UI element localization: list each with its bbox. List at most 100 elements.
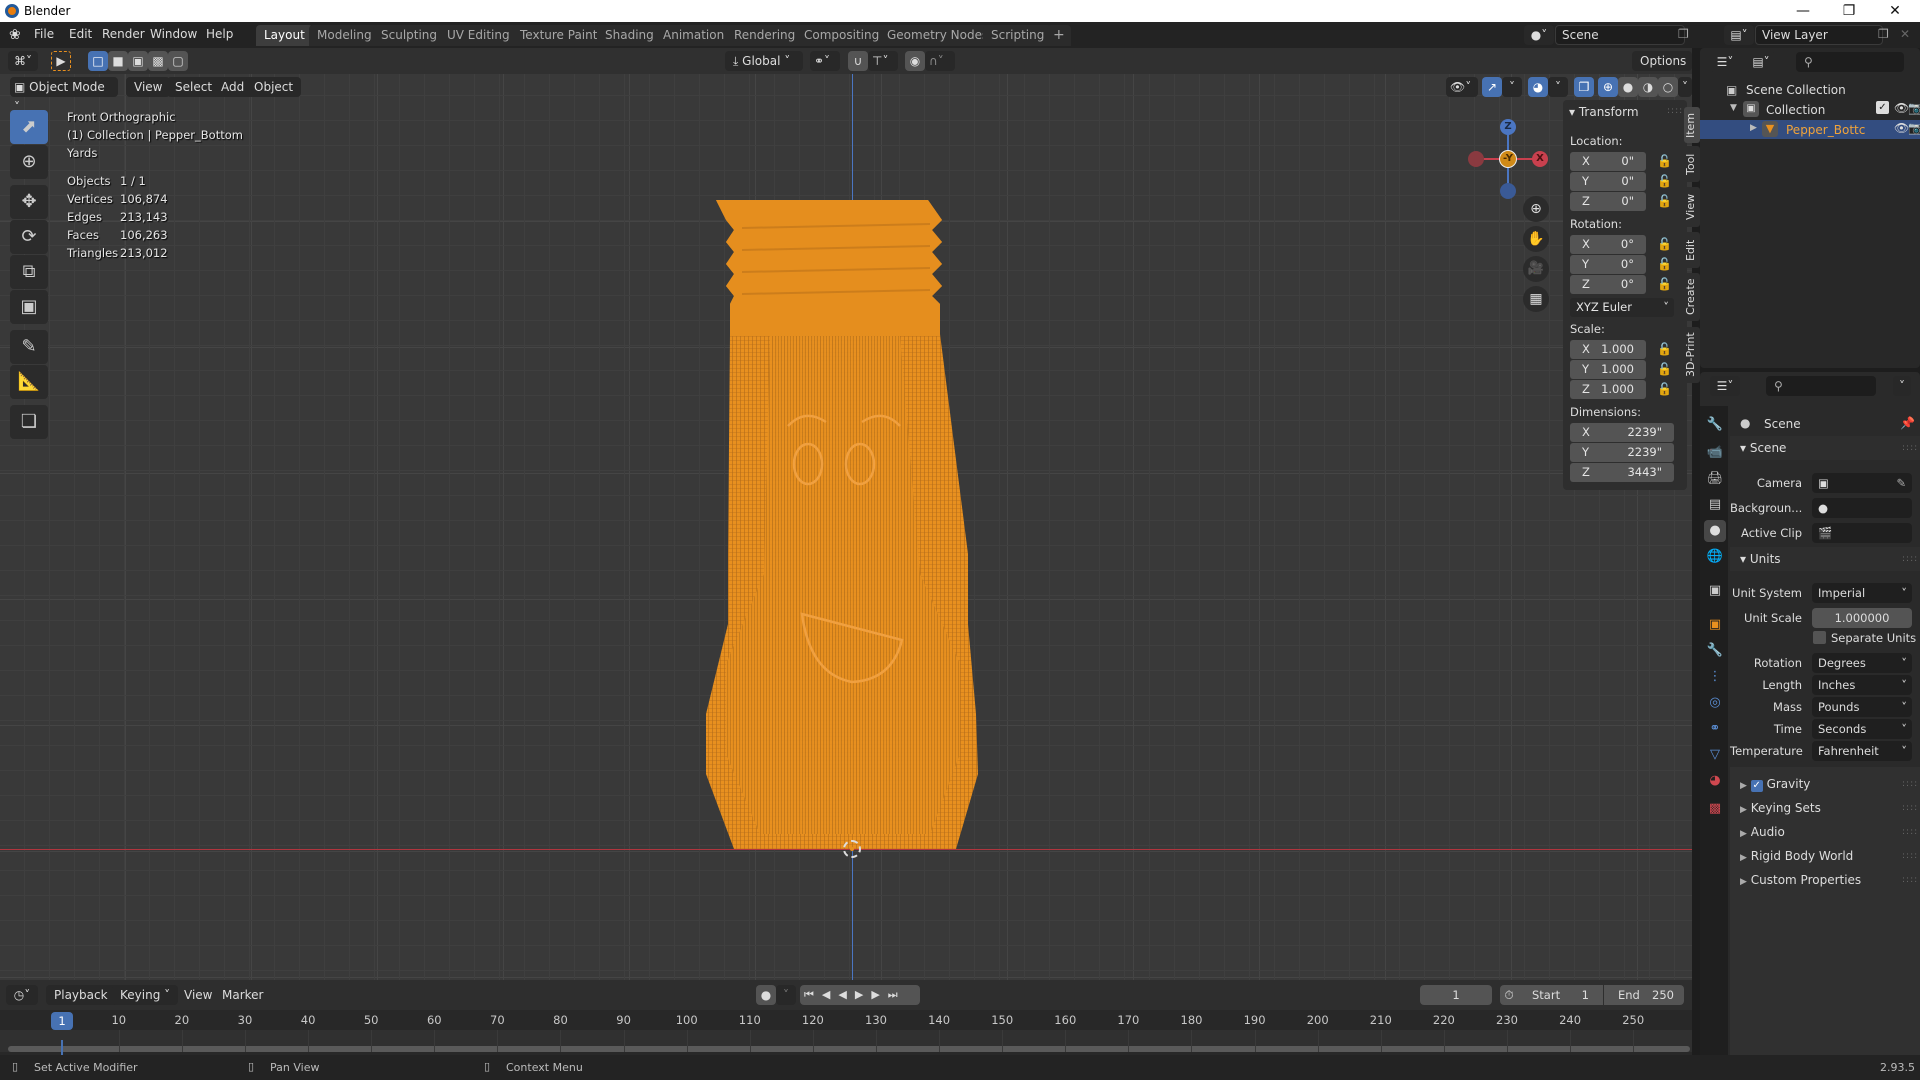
add-workspace-button[interactable]: + (1047, 25, 1071, 46)
rotation-z-field[interactable]: Z 0° (1570, 275, 1646, 294)
dimensions-x-field[interactable]: X 2239" (1570, 423, 1674, 442)
play-icon[interactable]: ▶ (855, 988, 871, 1001)
transform-panel-header[interactable]: ▾ Transform (1569, 105, 1639, 119)
dimensions-y-field[interactable]: Y 2239" (1570, 443, 1674, 462)
shading-wireframe-icon[interactable]: ⊕ (1598, 77, 1618, 97)
view-layer-name-field[interactable]: View Layer (1755, 25, 1883, 45)
active-tool-icon[interactable]: ▶ (51, 51, 71, 71)
background-scene-field[interactable]: ● (1812, 498, 1912, 518)
restore-icon[interactable]: ❐ (1826, 0, 1872, 22)
gravity-panel-header[interactable]: ▶ ✓ Gravity (1740, 777, 1810, 792)
snap-target-dropdown[interactable]: ⊤˅ (868, 51, 898, 71)
material-tab-icon[interactable]: ◕ (1704, 770, 1726, 792)
properties-editor-type-icon[interactable]: ☰˅ (1710, 376, 1740, 396)
sidebar-tab-create[interactable]: Create (1684, 273, 1700, 321)
output-tab-icon[interactable]: 🖨 (1704, 468, 1726, 490)
scale-x-field[interactable]: X 1.000 (1570, 340, 1646, 359)
rotation-mode-dropdown[interactable]: XYZ Euler ˅ (1570, 298, 1674, 317)
audio-panel-header[interactable]: ▶ Audio (1740, 825, 1785, 839)
timeline-marker-menu[interactable]: Marker (222, 988, 263, 1002)
sidebar-tab-tool[interactable]: Tool (1684, 146, 1700, 182)
particles-tab-icon[interactable]: ⋮ (1704, 666, 1726, 688)
measure-tool-icon[interactable]: 📐 (10, 365, 48, 399)
scale-y-field[interactable]: Y 1.000 (1570, 360, 1646, 379)
new-scene-icon[interactable]: ❐ (1678, 27, 1689, 41)
outliner-filter-icon[interactable]: ▤˅ (1746, 52, 1776, 72)
time-unit-dropdown[interactable]: Seconds ˅ (1812, 719, 1912, 739)
menu-edit[interactable]: Edit (69, 27, 92, 41)
panel-grip-icon[interactable]: :::: (1902, 443, 1918, 453)
3d-viewport[interactable]: Front Orthographic (1) Collection | Pepp… (0, 74, 1692, 980)
menu-help[interactable]: Help (206, 27, 233, 41)
shading-dropdown-icon[interactable]: ˅ (1678, 77, 1692, 97)
object-expand-icon[interactable]: ▶ (1750, 123, 1757, 133)
scene-tab-icon[interactable]: ● (1704, 520, 1726, 542)
custom-properties-panel-header[interactable]: ▶ Custom Properties (1740, 873, 1861, 887)
select-mode-invert-icon[interactable]: ▩ (148, 51, 168, 71)
outliner-collection[interactable]: Collection (1766, 103, 1825, 117)
sidebar-tab-view[interactable]: View (1684, 187, 1700, 227)
pivot-point-dropdown[interactable]: ⚭˅ (810, 51, 840, 71)
scene-name-field[interactable]: Scene (1555, 25, 1685, 45)
separate-units-checkbox[interactable] (1813, 631, 1826, 644)
lock-scale-y-icon[interactable]: 🔓 (1657, 362, 1672, 376)
transform-tool-icon[interactable]: ▣ (10, 290, 48, 324)
frame-start-field[interactable]: Start 1 (1518, 985, 1603, 1005)
add-cube-tool-icon[interactable]: ❏ (10, 405, 48, 439)
collection-expand-icon[interactable]: ▼ (1730, 103, 1737, 113)
gizmo-dropdown-icon[interactable]: ˅ (1502, 77, 1522, 97)
location-y-field[interactable]: Y 0" (1570, 172, 1646, 191)
object-mode-dropdown[interactable]: ▣ Object Mode ˅ (10, 77, 118, 114)
texture-tab-icon[interactable]: ▩ (1704, 798, 1726, 820)
pepper-bottom-object[interactable] (630, 194, 1080, 859)
camera-field[interactable]: ▣ ✎ (1812, 473, 1912, 493)
lock-rotation-y-icon[interactable]: 🔓 (1657, 257, 1672, 271)
rotation-x-field[interactable]: X 0° (1570, 235, 1646, 254)
tab-rendering[interactable]: Rendering (726, 25, 804, 46)
length-unit-dropdown[interactable]: Inches ˅ (1812, 675, 1912, 695)
sidebar-tab-edit[interactable]: Edit (1684, 232, 1700, 268)
location-z-field[interactable]: Z 0" (1570, 192, 1646, 211)
eyedropper-icon[interactable]: ✎ (1896, 473, 1906, 493)
sidebar-tab-3d-print[interactable]: 3D-Print (1684, 327, 1700, 383)
panel-grip-icon[interactable]: :::: (1902, 875, 1918, 885)
panel-grip-icon[interactable]: :::: (1902, 779, 1918, 789)
shading-material-icon[interactable]: ◑ (1638, 77, 1658, 97)
tab-compositing[interactable]: Compositing (796, 25, 888, 46)
next-keyframe-icon[interactable]: ▶ (871, 988, 887, 1001)
outliner-search-input[interactable]: ⚲ (1796, 52, 1904, 72)
navigation-gizmo[interactable]: Z X -Y (1466, 117, 1550, 201)
lock-location-x-icon[interactable]: 🔓 (1657, 154, 1672, 168)
outliner-display-mode-icon[interactable]: ☰˅ (1710, 52, 1740, 72)
tab-uv-editing[interactable]: UV Editing (439, 25, 518, 46)
visibility-selectability-dropdown[interactable]: 👁˅ (1446, 77, 1478, 97)
physics-tab-icon[interactable]: ◎ (1704, 692, 1726, 714)
tab-shading[interactable]: Shading (597, 25, 662, 46)
object-tab-icon[interactable]: ▣ (1704, 614, 1726, 636)
lock-location-y-icon[interactable]: 🔓 (1657, 174, 1672, 188)
rigid-body-world-panel-header[interactable]: ▶ Rigid Body World (1740, 849, 1853, 863)
tool-tab-icon[interactable]: 🔧 (1704, 414, 1726, 436)
menu-object[interactable]: Object (246, 77, 302, 97)
auto-keying-dropdown[interactable]: ˅ (776, 985, 796, 1005)
panel-grip-icon[interactable]: :::: (1902, 554, 1918, 564)
select-mode-new-icon[interactable]: □ (88, 51, 108, 71)
scale-tool-icon[interactable]: ⧉ (10, 255, 48, 289)
new-view-layer-icon[interactable]: ❐ (1878, 27, 1889, 41)
tab-modeling[interactable]: Modeling (309, 25, 380, 46)
dimensions-z-field[interactable]: Z 3443" (1570, 463, 1674, 482)
scene-browse-icon[interactable]: ●˅ (1524, 25, 1554, 45)
blender-menu-icon[interactable]: ❀ (9, 27, 21, 43)
rotation-y-field[interactable]: Y 0° (1570, 255, 1646, 274)
cursor-tool-icon[interactable]: ⊕ (10, 145, 48, 179)
object-visibility-eye-icon[interactable]: 👁 (1894, 121, 1909, 135)
move-tool-icon[interactable]: ✥ (10, 185, 48, 219)
gravity-checkbox[interactable]: ✓ (1750, 780, 1763, 792)
sidebar-tab-item[interactable]: Item (1684, 107, 1700, 143)
playhead-frame-indicator[interactable]: 1 (51, 1012, 73, 1030)
prev-keyframe-icon[interactable]: ◀ (822, 988, 838, 1001)
transform-orientation-dropdown[interactable]: ⤓ Global ˅ (725, 51, 803, 71)
outliner-scene-collection[interactable]: Scene Collection (1746, 83, 1846, 97)
jump-end-icon[interactable]: ⏭ (888, 988, 906, 1001)
pan-view-hand-icon[interactable]: ✋ (1523, 226, 1549, 252)
